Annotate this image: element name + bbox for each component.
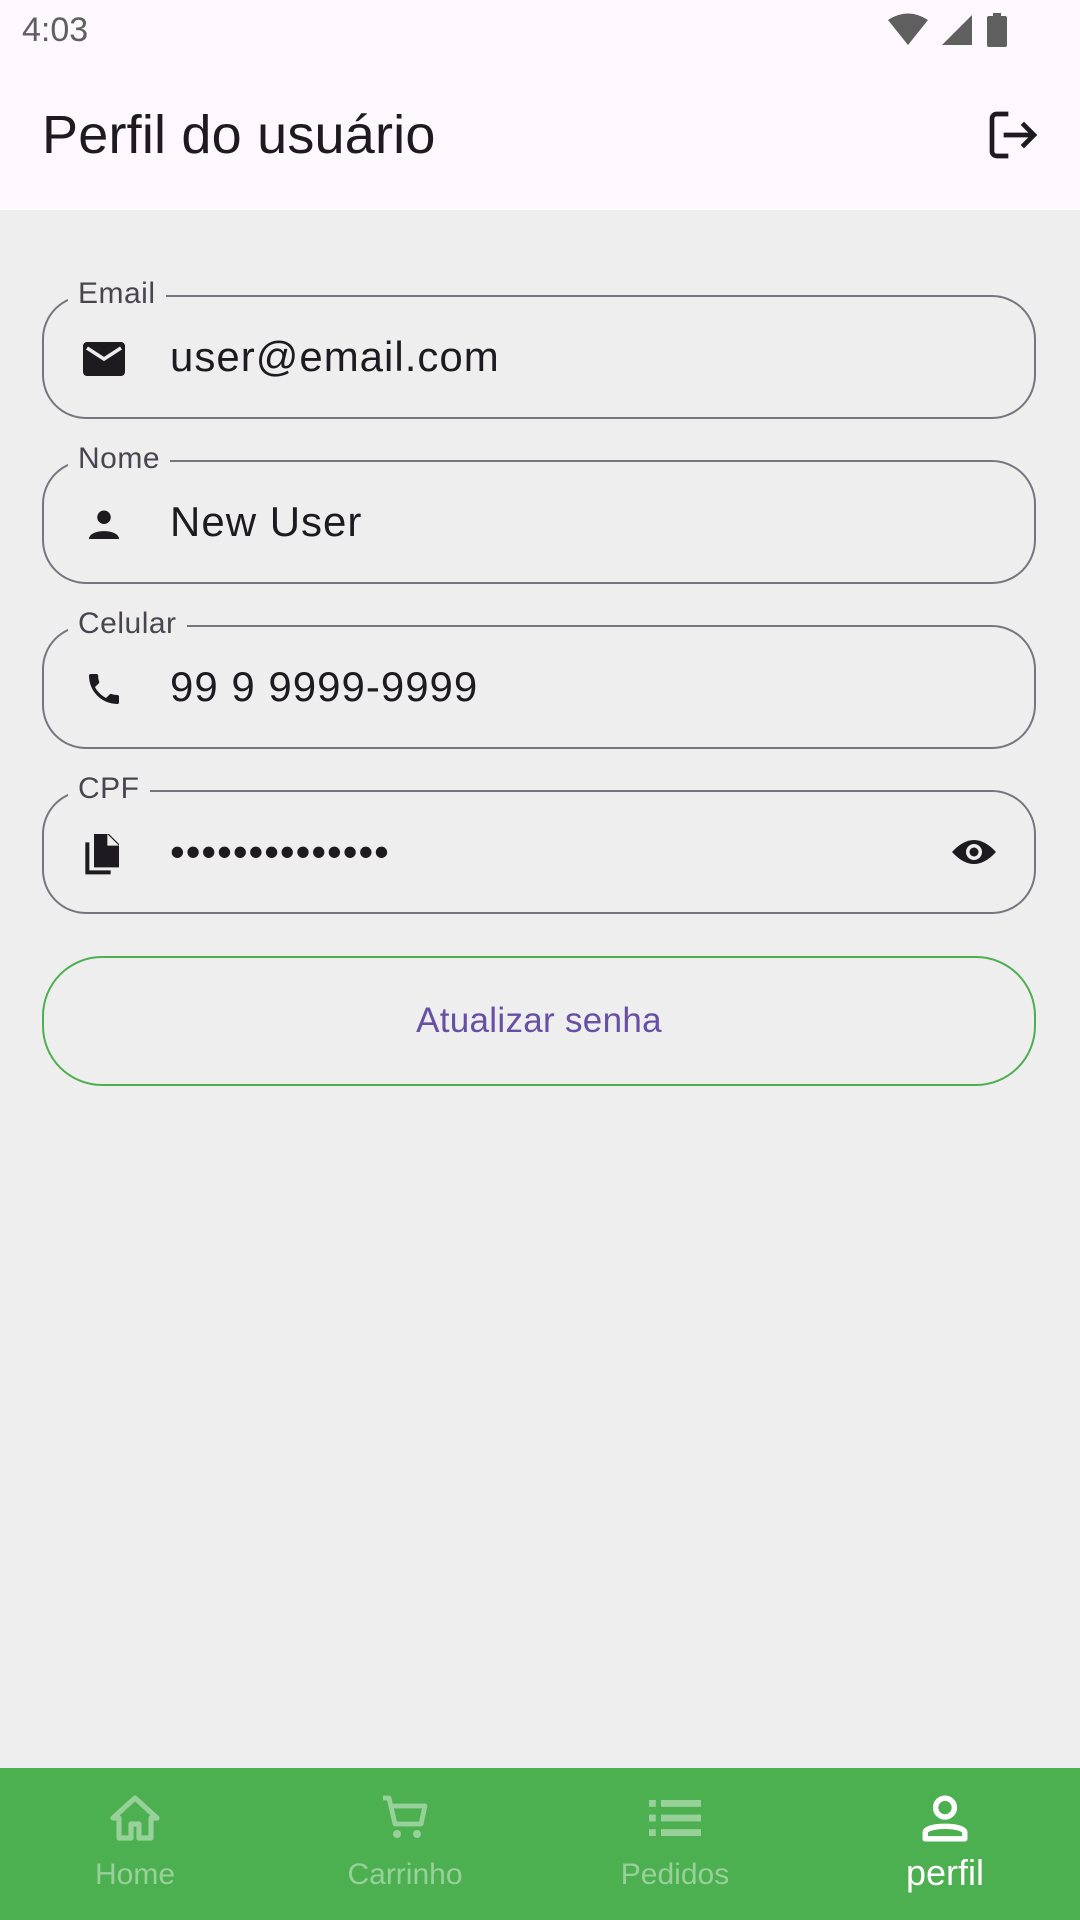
status-bar: 4:03	[0, 0, 1080, 64]
bottom-navigation: Home Carrinho Pedidos perfil	[0, 1768, 1080, 1920]
list-icon	[647, 1790, 703, 1846]
nav-label-orders: Pedidos	[620, 1858, 730, 1891]
person-outline-icon	[917, 1790, 973, 1846]
nav-item-profile[interactable]: perfil	[810, 1768, 1080, 1920]
nav-label-home: Home	[94, 1858, 176, 1891]
home-icon	[107, 1790, 163, 1846]
nav-label-profile: perfil	[905, 1852, 985, 1893]
nav-item-home[interactable]: Home	[0, 1768, 270, 1920]
visibility-toggle[interactable]	[950, 830, 998, 878]
cpf-label: CPF	[68, 769, 150, 809]
cpf-value: ••••••••••••••	[170, 828, 390, 875]
nav-label-cart: Carrinho	[347, 1858, 463, 1891]
phone-label: Celular	[68, 604, 187, 644]
email-icon	[82, 337, 126, 381]
person-icon	[82, 502, 126, 546]
name-label: Nome	[68, 439, 171, 479]
logout-button[interactable]	[980, 104, 1046, 170]
status-time: 4:03	[22, 11, 89, 49]
name-field[interactable]: Nome New User	[42, 439, 1036, 584]
battery-icon	[986, 13, 1008, 56]
profile-form: Email user@email.com Nome New User Celul…	[0, 210, 1080, 1768]
email-value: user@email.com	[170, 333, 500, 380]
phone-icon	[82, 667, 126, 711]
wifi-icon	[888, 13, 928, 56]
signal-icon	[940, 13, 974, 56]
update-password-button[interactable]: Atualizar senha	[42, 956, 1036, 1086]
name-value: New User	[170, 498, 363, 545]
cpf-field[interactable]: CPF ••••••••••••••	[42, 769, 1036, 914]
nav-item-orders[interactable]: Pedidos	[540, 1768, 810, 1920]
cart-icon	[377, 1790, 433, 1846]
phone-field[interactable]: Celular 99 9 9999-9999	[42, 604, 1036, 749]
app-bar: Perfil do usuário	[0, 64, 1080, 210]
nav-item-cart[interactable]: Carrinho	[270, 1768, 540, 1920]
status-icons	[888, 13, 1008, 56]
page-title: Perfil do usuário	[42, 105, 436, 165]
email-field[interactable]: Email user@email.com	[42, 274, 1036, 419]
eye-icon	[951, 836, 997, 873]
phone-value: 99 9 9999-9999	[170, 663, 479, 710]
email-label: Email	[68, 274, 166, 314]
document-icon	[82, 832, 126, 876]
logout-icon	[985, 107, 1041, 168]
